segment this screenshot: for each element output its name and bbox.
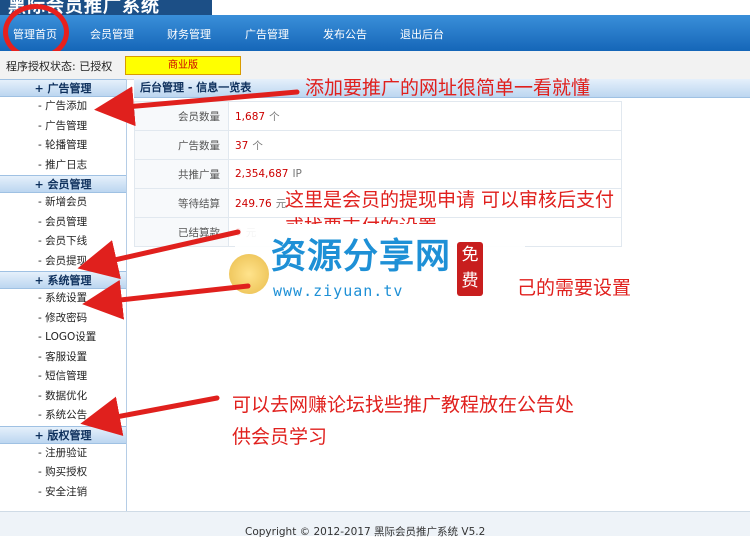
arrow-4 [80,395,220,436]
copyright-text: Copyright © 2012-2017 黑际会员推广系统 V5.2 [245,526,486,538]
annotation-4-line2: 供会员学习 [232,426,328,448]
annotation-2-continuation: 或找要支付的设置 [285,212,437,224]
annotation-3: 己的需要设置 [517,277,632,299]
annotation-4-line1: 可以去网赚论坛找些推广教程放在公告处 [232,394,575,416]
arrow-3 [82,279,251,320]
arrow-2 [77,229,241,280]
annotation-2: 这里是会员的提现申请 可以审核后支付 [285,189,615,211]
annotation-1: 添加要推广的网址很简单一看就懂 [305,77,591,99]
arrow-1 [94,86,300,127]
footer: Copyright © 2012-2017 黑际会员推广系统 V5.2 [0,511,750,538]
